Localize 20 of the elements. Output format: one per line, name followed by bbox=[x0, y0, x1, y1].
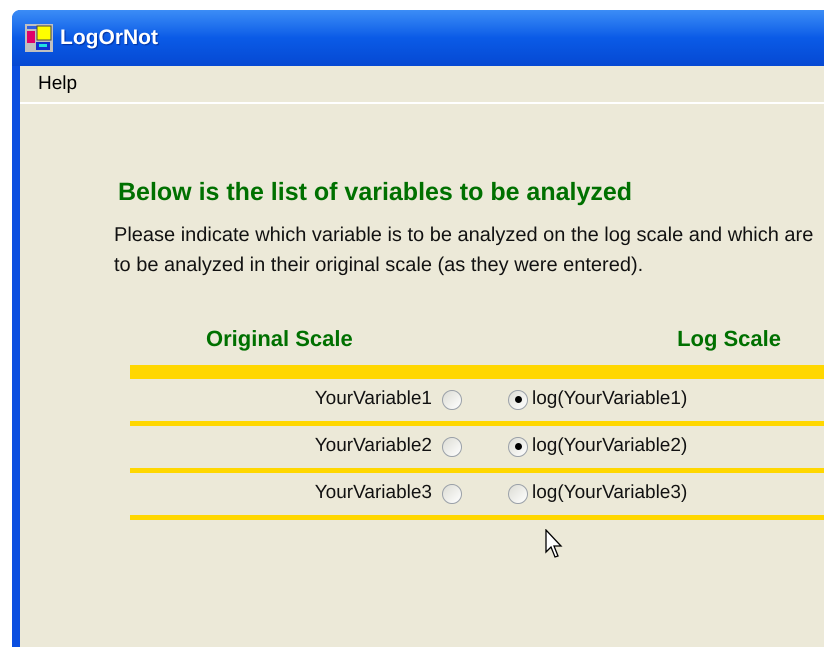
radio-button[interactable] bbox=[442, 436, 462, 456]
column-header: Log Scale bbox=[677, 324, 781, 353]
column-header: Original Scale bbox=[206, 324, 353, 353]
log-variable-label: log(YourVariable3) bbox=[531, 481, 688, 506]
log-variable-label: log(YourVariable2) bbox=[531, 434, 688, 458]
window-title: LogOrNot bbox=[60, 25, 158, 52]
radio-button[interactable] bbox=[508, 436, 528, 456]
radio-button[interactable] bbox=[508, 484, 528, 504]
cursor-icon bbox=[545, 529, 563, 561]
radio-button[interactable] bbox=[442, 484, 462, 504]
variable-label: YourVariable2 bbox=[314, 434, 433, 458]
radio-button[interactable] bbox=[442, 390, 462, 410]
radio-button[interactable] bbox=[508, 390, 528, 410]
variable-label: YourVariable1 bbox=[314, 387, 433, 412]
menu-item[interactable]: Help bbox=[22, 70, 94, 98]
app-icon bbox=[24, 23, 54, 53]
instructions-text: Please indicate which variable is to be analyzed on the log scale and which are to be analyzed in their original scale (as they were entered). bbox=[114, 222, 814, 278]
variable-label: YourVariable3 bbox=[314, 481, 433, 506]
heading: Below is the list of variables to be analyzed bbox=[118, 177, 634, 208]
log-variable-label: log(YourVariable1) bbox=[531, 387, 688, 412]
